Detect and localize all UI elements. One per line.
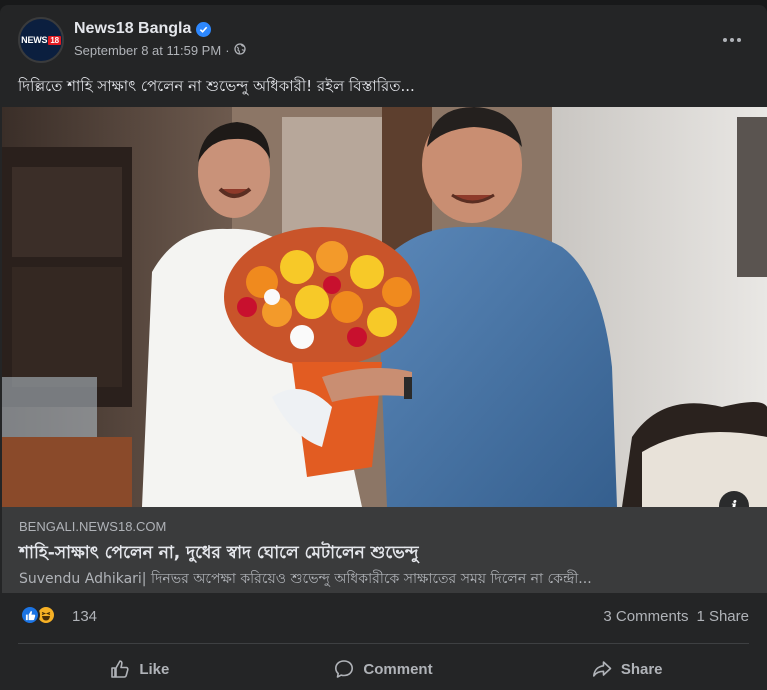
- post-card: NEWS 18 News18 Bangla September 8 at 11:…: [0, 5, 767, 690]
- post-stats: 3 Comments 1 Share: [603, 608, 749, 625]
- comment-icon: [335, 660, 354, 678]
- like-reaction-icon: [20, 605, 40, 625]
- page-avatar[interactable]: NEWS 18: [18, 17, 64, 63]
- post-photo[interactable]: i: [2, 107, 767, 507]
- page-name[interactable]: News18 Bangla: [74, 20, 191, 38]
- page-name-row: News18 Bangla: [74, 20, 212, 38]
- thumbs-up-icon: [111, 660, 129, 678]
- photo-illustration: [2, 107, 767, 507]
- reaction-icons[interactable]: [20, 605, 56, 625]
- comment-button[interactable]: Comment: [262, 649, 506, 689]
- meta-separator: ·: [225, 43, 230, 58]
- more-options-button[interactable]: [717, 25, 747, 55]
- post-meta: September 8 at 11:59 PM ·: [74, 43, 246, 58]
- comments-count[interactable]: 3 Comments: [603, 608, 688, 625]
- dot-icon: [723, 38, 727, 42]
- link-title[interactable]: শাহি-সাক্ষাৎ পেলেন না, দুধের স্বাদ ঘোলে …: [19, 540, 418, 568]
- logo-text: NEWS: [21, 35, 48, 45]
- share-icon: [592, 661, 612, 677]
- like-label: Like: [139, 660, 170, 678]
- reaction-count[interactable]: 134: [72, 608, 97, 625]
- like-button[interactable]: Like: [18, 649, 262, 689]
- logo-number: 18: [48, 35, 61, 45]
- dot-icon: [737, 38, 741, 42]
- link-description: Suvendu Adhikari| দিনভর অপেক্ষা করিয়েও …: [19, 571, 592, 587]
- link-preview[interactable]: BENGALI.NEWS18.COM শাহি-সাক্ষাৎ পেলেন না…: [2, 507, 767, 593]
- dot-icon: [730, 38, 734, 42]
- post-timestamp[interactable]: September 8 at 11:59 PM: [74, 43, 221, 58]
- divider: [18, 643, 749, 644]
- shares-count[interactable]: 1 Share: [696, 608, 749, 625]
- reactions-bar: 134 3 Comments 1 Share: [20, 603, 749, 631]
- share-label: Share: [620, 660, 663, 678]
- share-button[interactable]: Share: [505, 649, 749, 689]
- post-actions: Like Comment Share: [18, 649, 749, 689]
- comment-label: Comment: [363, 660, 433, 678]
- link-domain: BENGALI.NEWS18.COM: [19, 519, 167, 534]
- verified-badge-icon: [196, 21, 212, 37]
- globe-icon[interactable]: [233, 43, 246, 58]
- post-text: দিল্লিতে শাহি সাক্ষাৎ পেলেন না শুভেন্দু …: [18, 77, 415, 95]
- post-header: NEWS 18 News18 Bangla September 8 at 11:…: [18, 17, 753, 67]
